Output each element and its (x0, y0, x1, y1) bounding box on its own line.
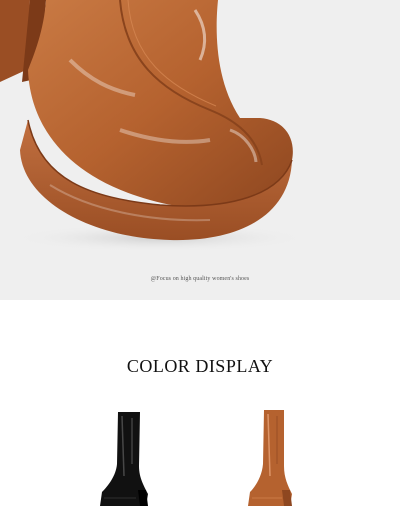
color-swatch-brown[interactable] (232, 406, 312, 506)
hero-boot-closeup-image: @Focus on high quality women's shoes (0, 0, 400, 300)
brown-boot-image (248, 410, 292, 506)
boot-upper (28, 0, 293, 208)
color-swatch-black[interactable] (90, 406, 170, 506)
product-detail-page: @Focus on high quality women's shoes COL… (0, 0, 400, 506)
color-display-title: COLOR DISPLAY (126, 356, 274, 376)
black-boot-image (100, 412, 148, 506)
hero-caption: @Focus on high quality women's shoes (150, 276, 250, 282)
boot-closeup-illustration (0, 0, 310, 252)
